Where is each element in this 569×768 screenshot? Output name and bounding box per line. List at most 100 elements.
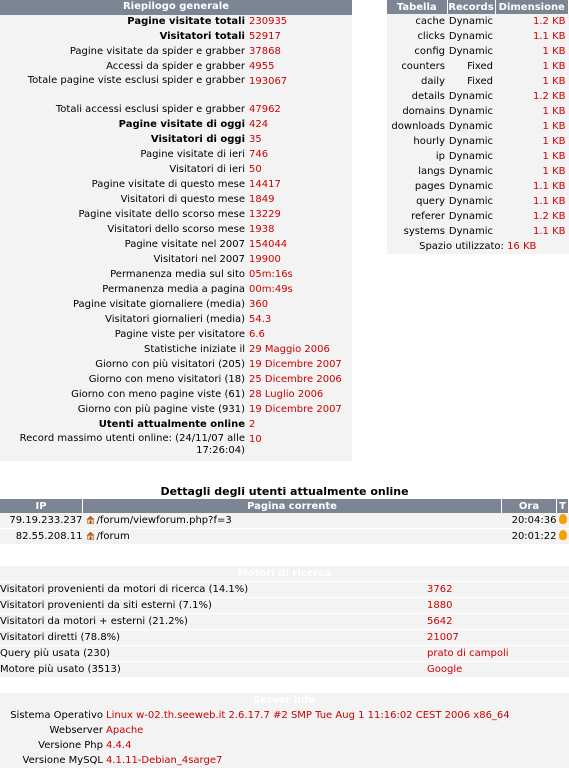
summary-label: Visitatori di questo mese <box>0 193 248 208</box>
summary-value: 50 <box>248 163 352 178</box>
home-icon[interactable] <box>86 531 95 540</box>
summary-value: 6.6 <box>248 328 352 343</box>
summary-row: Permanenza media sul sito 05m:16s <box>0 268 352 283</box>
summary-value: 47962 <box>248 103 352 118</box>
summary-label: Pagine visitate giornaliere (media) <box>0 298 248 313</box>
summary-value: 35 <box>248 133 352 148</box>
summary-value: 4955 <box>248 60 352 75</box>
db-table-size: 1.1 KB <box>495 224 569 239</box>
summary-table: Riepilogo generale Pagine visitate total… <box>0 0 352 461</box>
db-table-size: 1 KB <box>495 44 569 59</box>
summary-row: Utenti attualmente online 2 <box>0 418 352 433</box>
summary-value: 1849 <box>248 193 352 208</box>
summary-label: Totale pagine viste esclusi spider e gra… <box>0 75 248 103</box>
db-table-row: counters Fixed 1 KB <box>387 59 569 74</box>
summary-value: 52917 <box>248 30 352 45</box>
db-table-size: 1 KB <box>495 134 569 149</box>
db-table-name: systems <box>387 224 447 239</box>
db-table-size: 1 KB <box>495 59 569 74</box>
home-icon[interactable] <box>86 515 95 524</box>
db-table-name: pages <box>387 179 447 194</box>
online-page: /forum <box>82 528 502 545</box>
db-table-records: Dynamic <box>447 209 495 224</box>
online-users-table: IP Pagina corrente Ora T 79.19.233.237/f… <box>0 499 569 545</box>
summary-label: Pagine visitate da spider e grabber <box>0 45 248 60</box>
summary-row: Statistiche iniziate il 29 Maggio 2006 <box>0 343 352 358</box>
summary-value: 360 <box>248 298 352 313</box>
summary-value: 29 Maggio 2006 <box>248 343 352 358</box>
summary-value: 1938 <box>248 223 352 238</box>
db-table-records: Dynamic <box>447 224 495 239</box>
motori-value: 1880 <box>427 597 569 614</box>
db-table-name: clicks <box>387 29 447 44</box>
db-table-records: Dynamic <box>447 164 495 179</box>
location-pin-icon[interactable] <box>558 513 567 524</box>
db-table-size: 1.2 KB <box>495 89 569 104</box>
summary-label: Permanenza media sul sito <box>0 268 248 283</box>
db-table-name: ip <box>387 149 447 164</box>
server-row: Versione Php 4.4.4 <box>0 738 569 753</box>
db-table-name: hourly <box>387 134 447 149</box>
db-table-row: query Dynamic 1.1 KB <box>387 194 569 209</box>
summary-label: Giorno con più visitatori (205) <box>0 358 248 373</box>
summary-row: Visitatori dello scorso mese 1938 <box>0 223 352 238</box>
motori-value: Google <box>427 661 569 678</box>
online-time: 20:01:22 <box>501 528 557 545</box>
server-label: Webserver <box>0 723 106 738</box>
summary-value: 28 Luglio 2006 <box>248 388 352 403</box>
col-ip: IP <box>0 499 83 513</box>
summary-label: Pagine visitate totali <box>0 15 248 30</box>
db-table-size: 1 KB <box>495 149 569 164</box>
db-table-records: Dynamic <box>447 104 495 119</box>
db-table-row: clicks Dynamic 1.1 KB <box>387 29 569 44</box>
summary-row: Pagine visitate da spider e grabber 37868 <box>0 45 352 60</box>
db-table-name: counters <box>387 59 447 74</box>
summary-label: Pagine visitate di oggi <box>0 118 248 133</box>
summary-value: 424 <box>248 118 352 133</box>
col-tabella: Tabella <box>387 0 448 14</box>
col-ora: Ora <box>501 499 557 513</box>
online-page: /forum/viewforum.php?f=3 <box>82 513 502 529</box>
summary-row: Pagine visitate totali 230935 <box>0 15 352 30</box>
summary-value: 19 Dicembre 2007 <box>248 358 352 373</box>
db-table-size: 1.2 KB <box>495 14 569 29</box>
summary-row: Pagine viste per visitatore 6.6 <box>0 328 352 343</box>
summary-row: Visitatori di ieri 50 <box>0 163 352 178</box>
space-used: Spazio utilizzato: 16 KB <box>387 239 569 254</box>
summary-title: Riepilogo generale <box>0 0 352 15</box>
summary-label: Giorno con più pagine viste (931) <box>0 403 248 418</box>
location-pin-icon[interactable] <box>558 529 567 540</box>
summary-row: Visitatori di oggi 35 <box>0 133 352 148</box>
summary-row: Totale pagine viste esclusi spider e gra… <box>0 75 352 103</box>
summary-label: Record massimo utenti online: (24/11/07 … <box>0 433 248 461</box>
db-table-row: daily Fixed 1 KB <box>387 74 569 89</box>
server-label: Versione Php <box>0 738 106 753</box>
summary-label: Utenti attualmente online <box>0 418 248 433</box>
server-value: Linux w-02.th.seeweb.it 2.6.17.7 #2 SMP … <box>106 708 569 723</box>
server-row: Sistema Operativo Linux w-02.th.seeweb.it… <box>0 708 569 723</box>
db-table-size: 1 KB <box>495 74 569 89</box>
summary-row: Visitatori di questo mese 1849 <box>0 193 352 208</box>
db-table-size: 1 KB <box>495 104 569 119</box>
db-table-records: Dynamic <box>447 89 495 104</box>
summary-row: Accessi da spider e grabber 4955 <box>0 60 352 75</box>
db-table-name: langs <box>387 164 447 179</box>
motori-label: Motore più usato (3513) <box>0 661 427 678</box>
summary-row: Record massimo utenti online: (24/11/07 … <box>0 433 352 461</box>
summary-label: Permanenza media a pagina <box>0 283 248 298</box>
server-value: Apache <box>106 723 569 738</box>
db-table-row: systems Dynamic 1.1 KB <box>387 224 569 239</box>
motori-value: 3762 <box>427 581 569 598</box>
summary-row: Pagine visitate di questo mese 14417 <box>0 178 352 193</box>
summary-label: Visitatori giornalieri (media) <box>0 313 248 328</box>
online-page-link[interactable]: /forum/viewforum.php?f=3 <box>97 515 232 526</box>
motori-label: Visitatori provenienti da siti esterni (… <box>0 597 427 614</box>
db-table-name: downloads <box>387 119 447 134</box>
db-table-name: query <box>387 194 447 209</box>
online-page-link[interactable]: /forum <box>97 531 130 542</box>
summary-label: Accessi da spider e grabber <box>0 60 248 75</box>
db-table-records: Dynamic <box>447 194 495 209</box>
summary-row: Permanenza media a pagina 00m:49s <box>0 283 352 298</box>
db-table-size: 1.1 KB <box>495 29 569 44</box>
online-row: 79.19.233.237/forum/viewforum.php?f=3 20:… <box>0 513 569 529</box>
